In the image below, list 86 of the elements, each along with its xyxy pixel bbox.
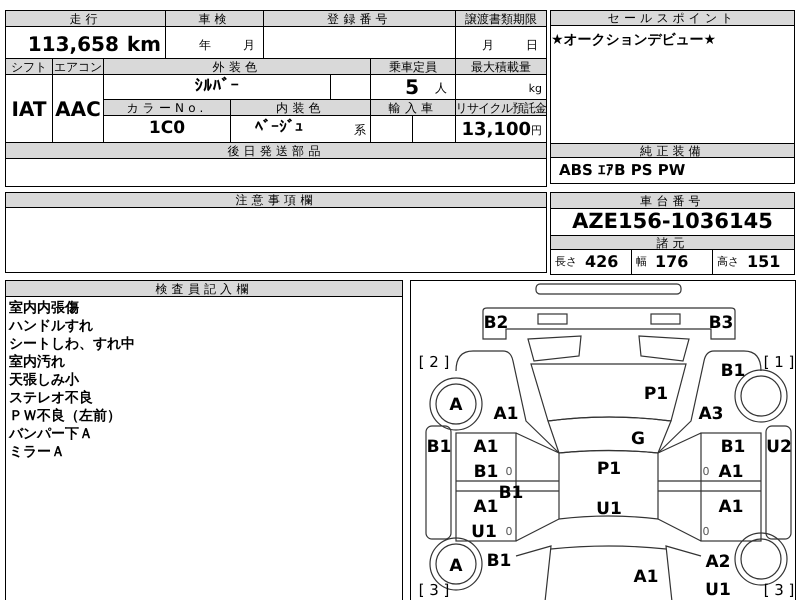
inspection-note: バンパー下Ａ [9,425,94,443]
damage-code: A [449,556,463,576]
damage-code: B1 [720,437,746,457]
damage-code: 0 [506,465,512,478]
damage-code: 0 [702,465,710,478]
damage-code: 0 [702,525,710,538]
damage-code: B1 [486,551,512,571]
damage-code: A2 [706,552,730,572]
unit-label: 日 [526,37,538,54]
inspection-note: 室内内張傷 [9,299,80,317]
damage-code: A1 [494,404,518,424]
unit-label: 人 [435,80,447,97]
inspection-note: ミラーＡ [9,443,66,461]
damage-code: B2 [484,313,508,333]
corner-label: [ 1 ] [764,353,794,371]
damage-code: A1 [634,567,658,587]
color-number-value: 1C0 [104,116,230,142]
equipment-text: ABS ｴｱB PS PW [558,160,686,182]
damage-code: U1 [596,499,622,519]
damage-code: A [449,395,463,415]
unit-label: 月 [482,37,494,54]
table-header: 純正装備 [551,143,794,158]
chassis-number: AZE156-1036145 [571,209,774,235]
damage-code: P1 [644,384,668,404]
damage-code: A1 [718,497,744,517]
table-header: リサイクル預託金 [456,100,546,115]
damage-code: B1 [720,361,746,381]
inspection-note: シートしわ、すれ中 [9,335,136,353]
damage-code: B1 [474,462,498,482]
damage-code: U2 [766,437,792,457]
table-header: 登録番号 [264,11,455,26]
unit-label: 年 [199,37,211,54]
table-header: 車台番号 [551,193,794,209]
air-conditioner-value: AAC [53,75,103,142]
table-header: 外装色 [104,59,370,74]
table-header: 車検 [166,11,263,26]
table-header: 走行 [6,11,165,26]
unit-label: km [126,34,161,54]
damage-code: U1 [471,522,497,542]
interior-color-value: ﾍﾞｰｼﾞｭ [255,116,303,138]
table-header: 輸入車 [371,100,455,115]
damage-code: U1 [705,580,731,600]
damage-code: A1 [474,497,498,517]
damage-code: A3 [698,404,724,424]
spec-value: 176 [655,251,688,273]
table-header: エアコン [53,59,103,74]
spec-value: 426 [585,251,618,273]
spec-value: 151 [747,251,780,273]
inspection-note: 室内汚れ [9,353,66,371]
inspection-note: 天張しみ小 [9,371,80,389]
damage-code: B3 [708,313,734,333]
table-header: 後日発送部品 [6,143,546,158]
inspection-note: ステレオ不良 [9,389,94,407]
inspection-note: ハンドルすれ [9,317,94,335]
damage-code: 0 [506,525,512,538]
inspection-note: ＰＷ不良（左前） [9,407,122,425]
recycle-fee-value: 13,100 [462,121,531,139]
table-header: 最大積載量 [456,59,546,74]
capacity-value: 5 [405,77,419,97]
spec-label: 高さ [717,254,739,270]
spec-label: 幅 [636,254,647,270]
sales-point-text: ★オークションデビュー★ [551,31,718,50]
table-header: 乗車定員 [371,59,455,74]
damage-code: A1 [474,437,498,457]
table-header: セールスポイント [551,11,794,26]
table-header: 注意事項欄 [6,193,546,208]
exterior-color-value: ｼﾙﾊﾞｰ [104,75,330,99]
damage-code: A1 [718,462,744,482]
suffix-label: 系 [354,122,366,139]
corner-label: [ 2 ] [418,353,450,371]
unit-label: 円 [531,122,542,138]
table-header: カラーNo. [104,100,230,115]
table-header: 検査員記入欄 [6,281,402,297]
unit-label: kg [528,80,542,96]
corner-label: [ 3 ] [764,581,794,599]
damage-code: B1 [426,437,452,457]
unit-label: 月 [243,37,255,54]
table-header: 内装色 [231,100,370,115]
mileage-value: 113,658 [28,34,119,54]
table-header: 譲渡書類期限 [456,11,546,26]
shift-value: IAT [6,75,52,142]
damage-code: P1 [596,459,622,479]
table-header: 諸元 [551,235,794,250]
damage-code: G [631,429,645,449]
table-header: シフト [6,59,52,74]
spec-label: 長さ [555,254,577,270]
